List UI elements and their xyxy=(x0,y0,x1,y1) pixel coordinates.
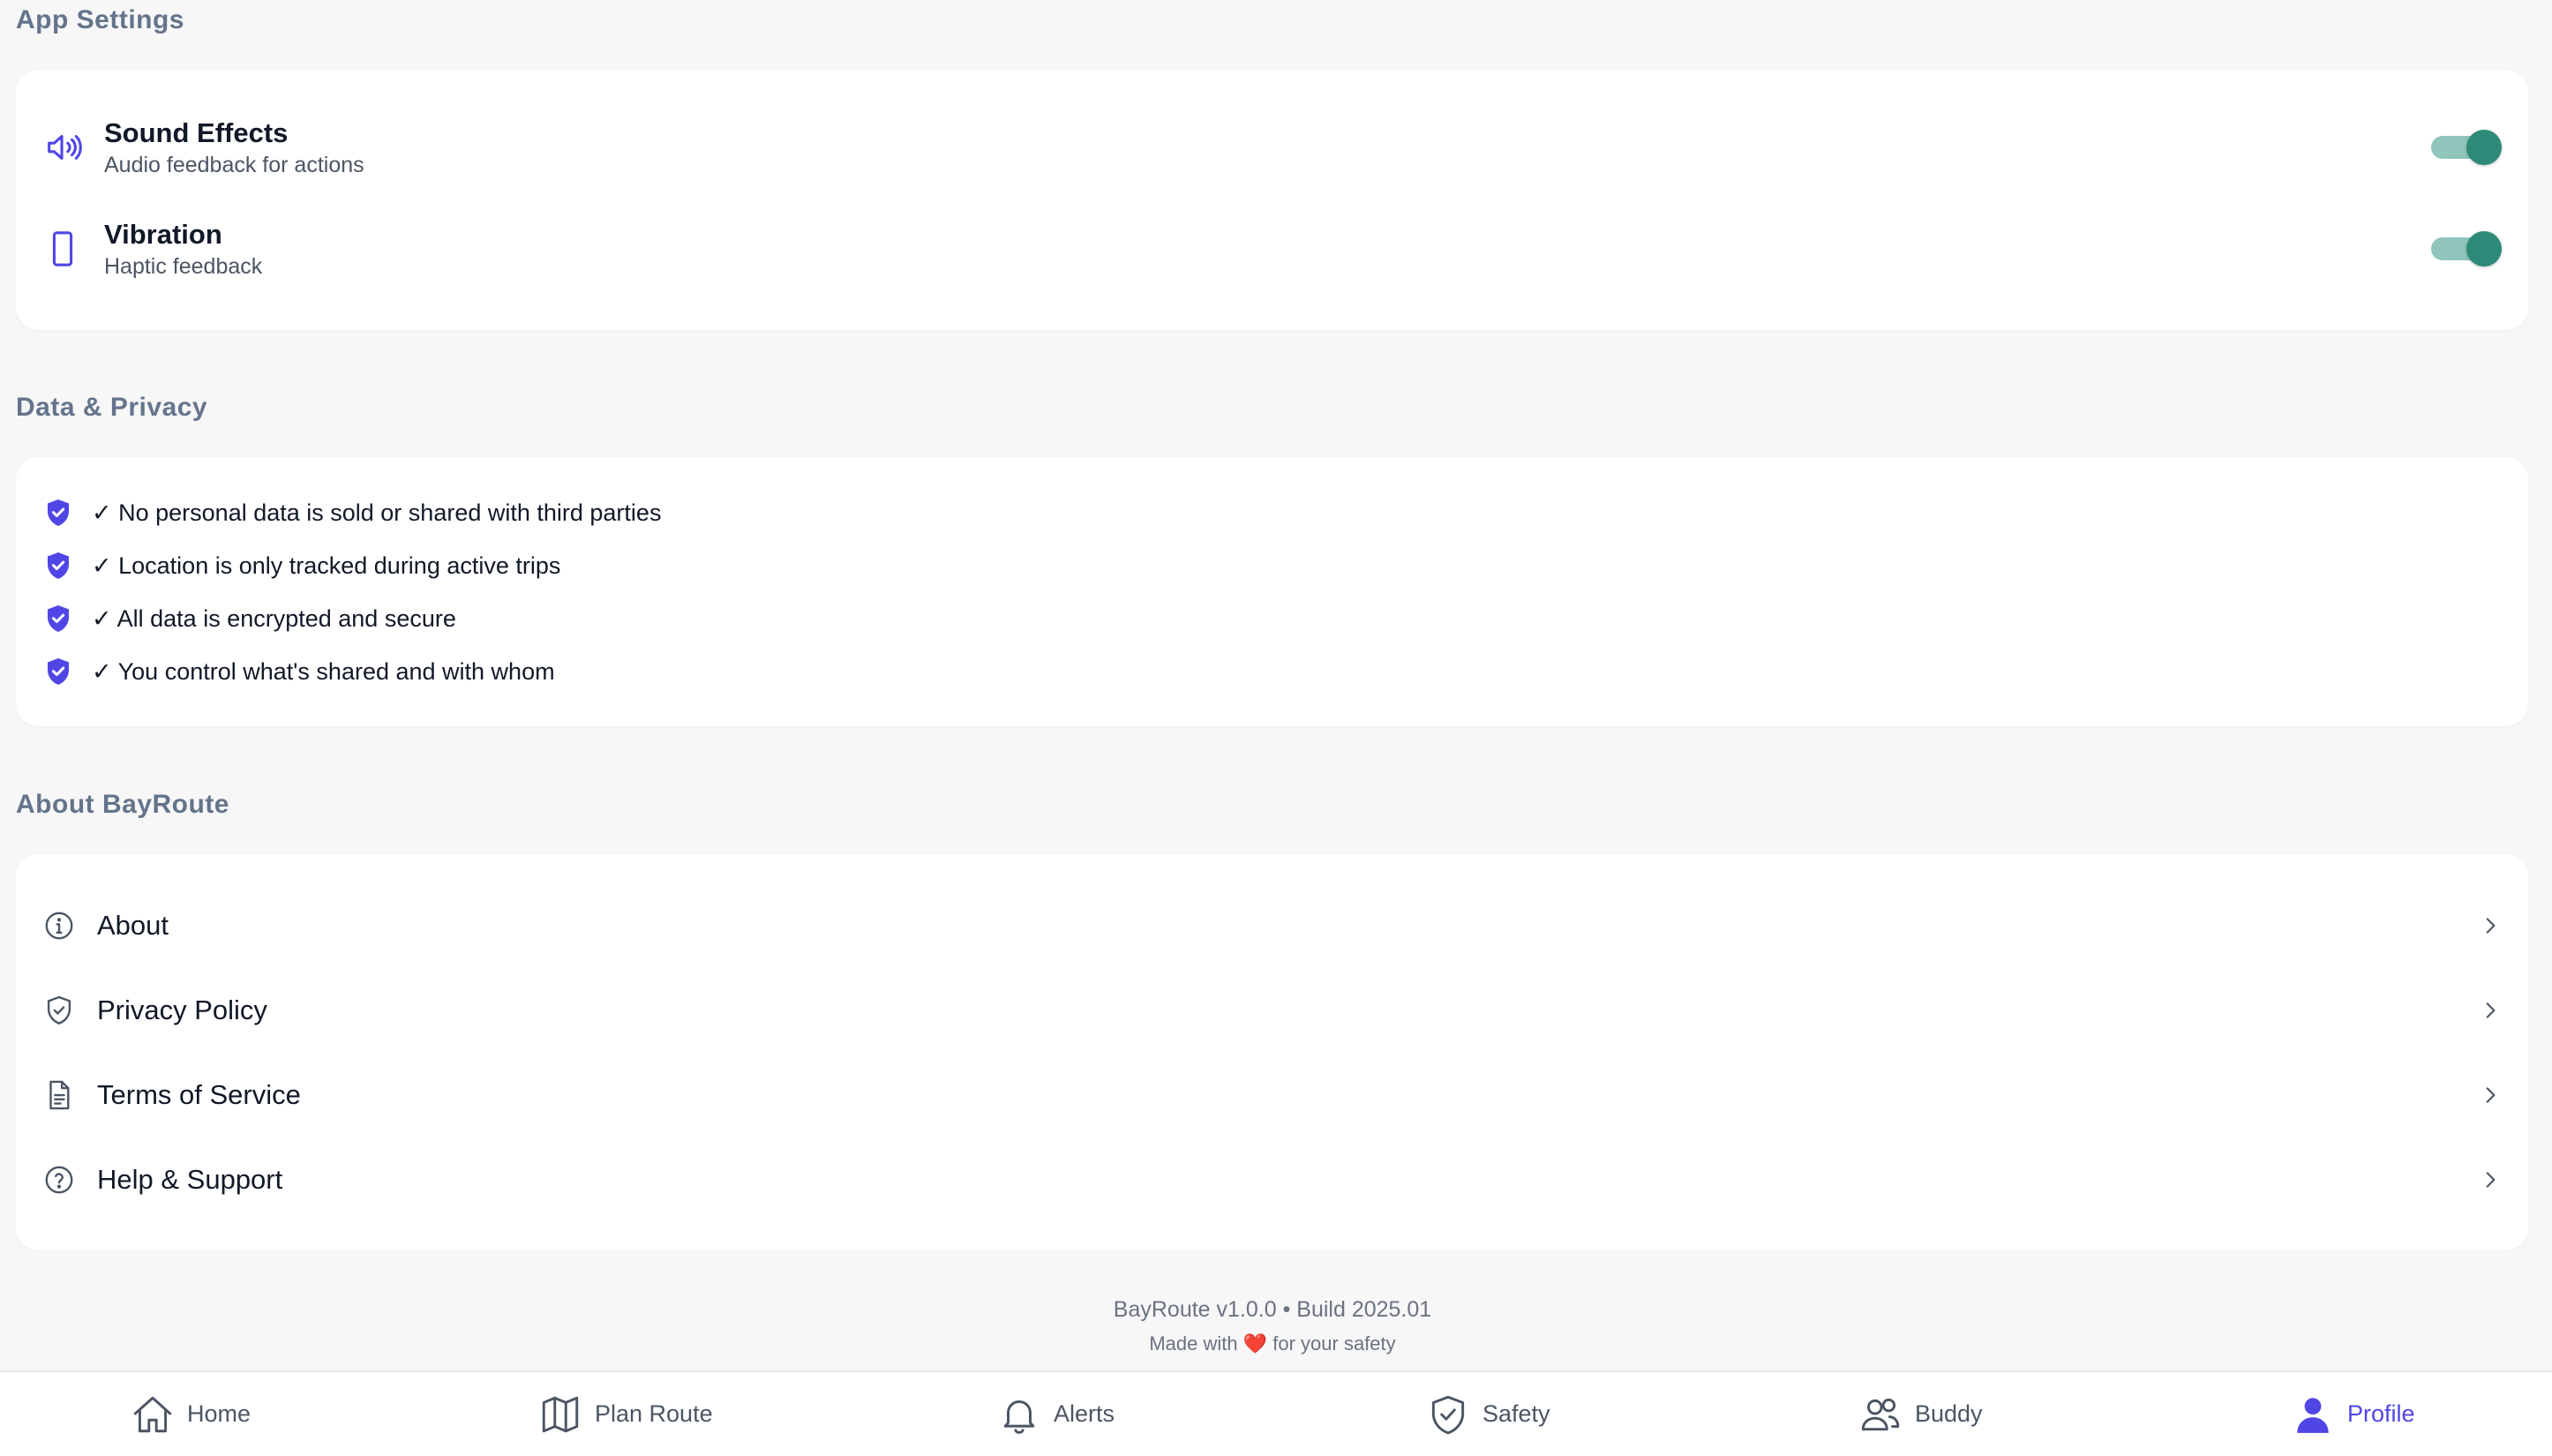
help-support-link-label: Help & Support xyxy=(97,1164,283,1195)
privacy-policy-link[interactable]: Privacy Policy xyxy=(16,968,2528,1053)
setting-row-sound-effects: Sound Effects Audio feedback for actions xyxy=(16,99,2528,196)
user-icon xyxy=(2297,1397,2329,1433)
sound-effects-toggle[interactable] xyxy=(2431,130,2502,165)
terms-of-service-link-label: Terms of Service xyxy=(97,1079,301,1110)
setting-subtitle: Haptic feedback xyxy=(104,254,263,279)
nav-safety[interactable]: Safety xyxy=(1426,1372,1550,1456)
vibration-toggle[interactable] xyxy=(2431,231,2502,266)
section-title-app-settings: App Settings xyxy=(16,5,184,34)
setting-subtitle: Audio feedback for actions xyxy=(104,153,364,177)
privacy-item-text: ✓ All data is encrypted and secure xyxy=(92,604,456,632)
nav-alerts-label: Alerts xyxy=(1054,1400,1115,1427)
setting-title: Sound Effects xyxy=(104,117,289,148)
about-link[interactable]: About xyxy=(16,883,2528,968)
buddy-icon xyxy=(1861,1398,1900,1430)
terms-of-service-link[interactable]: Terms of Service xyxy=(16,1053,2528,1137)
nav-buddy-label: Buddy xyxy=(1915,1400,1983,1427)
privacy-item: ✓ Location is only tracked during active… xyxy=(42,539,560,592)
chevron-right-icon xyxy=(2486,1087,2496,1103)
shield-icon xyxy=(1431,1395,1465,1434)
privacy-card: ✓ No personal data is sold or shared wit… xyxy=(16,457,2528,726)
privacy-item-text: ✓ Location is only tracked during active… xyxy=(92,552,561,579)
section-title-data-privacy: Data & Privacy xyxy=(16,393,208,422)
info-icon xyxy=(45,912,73,940)
heart-icon: ❤️ xyxy=(1242,1332,1268,1355)
privacy-item-text: ✓ No personal data is sold or shared wit… xyxy=(92,499,662,526)
privacy-item: ✓ All data is encrypted and secure xyxy=(42,592,456,645)
map-icon xyxy=(542,1396,579,1432)
made-with-suffix: for your safety xyxy=(1272,1332,1396,1355)
setting-text-sound: Sound Effects Audio feedback for actions xyxy=(104,116,364,179)
nav-safety-label: Safety xyxy=(1482,1400,1550,1427)
bottom-navigation: Home Plan Route Alerts Safety Buddy Prof… xyxy=(0,1370,2552,1456)
shield-check-icon xyxy=(48,605,69,632)
privacy-policy-link-label: Privacy Policy xyxy=(97,994,267,1025)
question-icon xyxy=(45,1166,73,1194)
speaker-icon xyxy=(48,135,82,160)
phone-icon xyxy=(52,231,73,266)
shield-check-icon xyxy=(48,552,69,579)
bell-icon xyxy=(1003,1400,1035,1434)
help-support-link[interactable]: Help & Support xyxy=(16,1137,2528,1222)
nav-home-label: Home xyxy=(187,1400,251,1427)
privacy-item: ✓ You control what's shared and with who… xyxy=(42,645,555,698)
shield-check-icon xyxy=(48,499,69,526)
shield-check-icon xyxy=(48,658,69,685)
document-icon xyxy=(49,1080,70,1110)
toggle-knob xyxy=(2466,130,2502,165)
setting-row-vibration: Vibration Haptic feedback xyxy=(16,200,2528,297)
nav-profile[interactable]: Profile xyxy=(2291,1372,2415,1456)
chevron-right-icon xyxy=(2486,918,2496,934)
nav-alerts[interactable]: Alerts xyxy=(997,1372,1115,1456)
chevron-right-icon xyxy=(2486,1002,2496,1018)
nav-plan-route-label: Plan Route xyxy=(595,1400,713,1427)
chevron-right-icon xyxy=(2486,1172,2496,1188)
about-link-label: About xyxy=(97,910,169,941)
privacy-item-text: ✓ You control what's shared and with who… xyxy=(92,657,555,685)
nav-buddy[interactable]: Buddy xyxy=(1858,1372,1983,1456)
toggle-knob xyxy=(2466,231,2502,266)
section-title-about: About BayRoute xyxy=(16,790,229,819)
settings-page: App Settings Sound Effects Audio feedbac… xyxy=(0,0,2552,1456)
privacy-item: ✓ No personal data is sold or shared wit… xyxy=(42,486,661,539)
nav-plan-route[interactable]: Plan Route xyxy=(538,1372,713,1456)
home-icon xyxy=(133,1396,172,1432)
setting-title: Vibration xyxy=(104,219,222,250)
made-with-text: Made with ❤️ for your safety xyxy=(0,1332,2545,1355)
app-version-text: BayRoute v1.0.0 • Build 2025.01 xyxy=(1113,1297,1432,1322)
setting-text-vibration: Vibration Haptic feedback xyxy=(104,217,262,281)
nav-profile-label: Profile xyxy=(2347,1400,2415,1427)
made-with-prefix: Made with xyxy=(1149,1332,1238,1355)
shield-check-icon xyxy=(47,995,71,1024)
nav-home[interactable]: Home xyxy=(131,1372,251,1456)
app-settings-card: Sound Effects Audio feedback for actions… xyxy=(16,70,2528,330)
about-card: About Privacy Policy Terms of Service He… xyxy=(16,854,2528,1250)
